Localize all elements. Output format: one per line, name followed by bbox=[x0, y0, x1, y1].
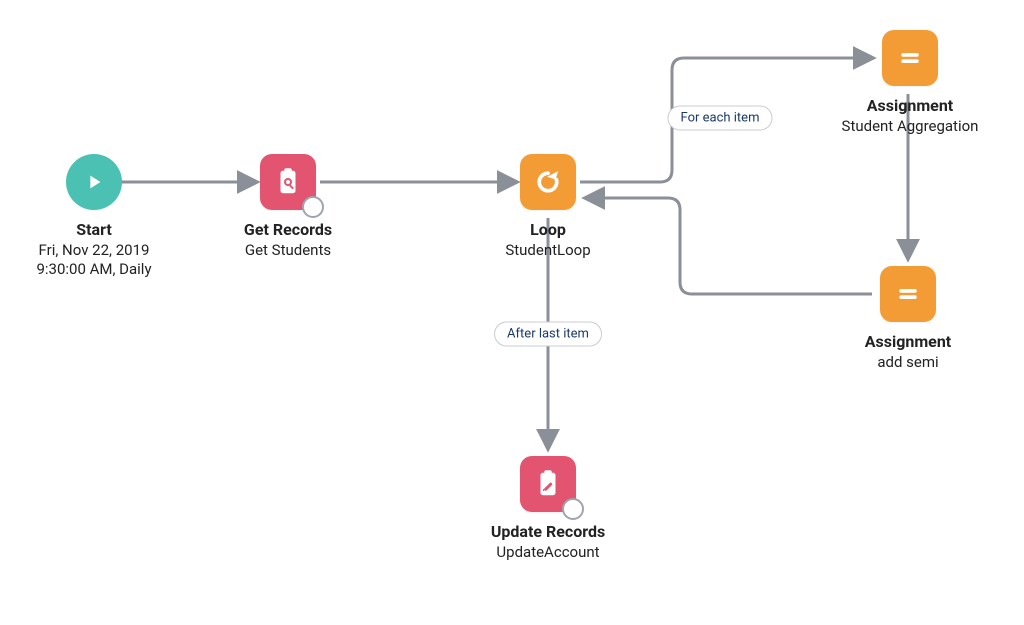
edge-label-text: After last item bbox=[507, 327, 589, 342]
node-title: Update Records bbox=[468, 522, 628, 541]
node-title: Loop bbox=[488, 220, 608, 239]
node-icon-wrap bbox=[520, 456, 576, 512]
node-sub1: Fri, Nov 22, 2019 bbox=[14, 241, 174, 259]
node-update-records[interactable]: Update Records UpdateAccount bbox=[468, 456, 628, 561]
equals-icon bbox=[882, 30, 938, 86]
equals-icon bbox=[880, 266, 936, 322]
node-sub1: Student Aggregation bbox=[820, 117, 1000, 135]
edge-label-after-last: After last item bbox=[494, 322, 602, 347]
node-icon-wrap bbox=[520, 154, 576, 210]
node-sub1: add semi bbox=[838, 353, 978, 371]
node-sub1: Get Students bbox=[228, 241, 348, 259]
node-sub1: UpdateAccount bbox=[468, 543, 628, 561]
add-connector-dot[interactable] bbox=[302, 196, 324, 218]
node-icon-wrap bbox=[260, 154, 316, 210]
node-loop[interactable]: Loop StudentLoop bbox=[488, 154, 608, 259]
node-title: Assignment bbox=[838, 332, 978, 351]
node-title: Assignment bbox=[820, 96, 1000, 115]
node-icon-wrap bbox=[882, 30, 938, 86]
add-connector-dot[interactable] bbox=[562, 498, 584, 520]
node-get-records[interactable]: Get Records Get Students bbox=[228, 154, 348, 259]
node-assignment-1[interactable]: Assignment Student Aggregation bbox=[820, 30, 1000, 135]
play-icon bbox=[66, 154, 122, 210]
refresh-icon bbox=[520, 154, 576, 210]
node-assignment-2[interactable]: Assignment add semi bbox=[838, 266, 978, 371]
node-title: Get Records bbox=[228, 220, 348, 239]
node-icon-wrap bbox=[880, 266, 936, 322]
edge-label-for-each: For each item bbox=[668, 106, 773, 131]
flow-canvas[interactable]: For each item After last item Start Fri,… bbox=[0, 0, 1024, 625]
node-sub1: StudentLoop bbox=[488, 241, 608, 259]
edge-assignment2-to-loop bbox=[586, 198, 872, 294]
node-start[interactable]: Start Fri, Nov 22, 2019 9:30:00 AM, Dail… bbox=[14, 154, 174, 278]
node-title: Start bbox=[14, 220, 174, 239]
node-sub2: 9:30:00 AM, Daily bbox=[14, 260, 174, 278]
edge-label-text: For each item bbox=[681, 111, 760, 126]
node-icon-wrap bbox=[66, 154, 122, 210]
